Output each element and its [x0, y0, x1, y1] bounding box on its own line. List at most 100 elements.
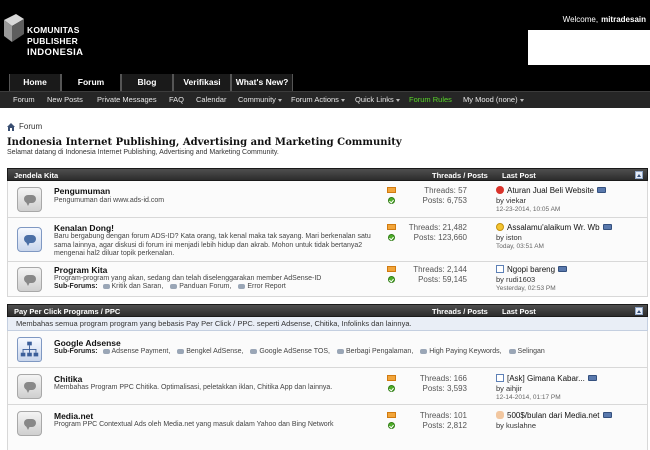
last-post-author[interactable]: by kuslahne	[496, 421, 612, 431]
thread-count: Threads: 57	[424, 186, 467, 195]
subforum-link[interactable]: Bengkel AdSense,	[186, 348, 243, 355]
subforum-link[interactable]: Panduan Forum,	[179, 283, 231, 290]
username-link[interactable]: mitradesain	[601, 15, 646, 24]
category-title[interactable]: Pay Per Click Programs / PPC	[14, 306, 120, 317]
last-post-date: Yesterday, 02:53 PM	[496, 285, 556, 292]
subnav-private-messages[interactable]: Private Messages	[97, 92, 157, 108]
forum-stats: Threads: 166 Posts: 3,593	[420, 374, 467, 394]
last-post-title[interactable]: Assalamu'alaikum Wr. Wb	[507, 223, 600, 232]
forum-title[interactable]: Pengumuman	[54, 186, 110, 196]
last-post-title[interactable]: [Ask] Gimana Kabar...	[507, 374, 585, 383]
post-count: Posts: 59,145	[418, 275, 467, 284]
go-to-post-icon[interactable]	[597, 187, 607, 193]
forum-status-icon	[17, 411, 42, 436]
category-title[interactable]: Jendela Kita	[14, 170, 58, 181]
collapse-icon[interactable]	[635, 307, 643, 315]
last-post-title[interactable]: 500$/bulan dari Media.net	[507, 411, 600, 420]
column-last-post: Last Post	[502, 307, 536, 316]
subforum-icon	[238, 283, 246, 289]
check-status-icon	[388, 276, 395, 283]
subforum-icon	[250, 348, 258, 354]
forum-subnav: Forum New Posts Private Messages FAQ Cal…	[0, 91, 650, 108]
subnav-faq[interactable]: FAQ	[169, 92, 184, 108]
subnav-calendar[interactable]: Calendar	[196, 92, 226, 108]
rss-feed-icon[interactable]	[387, 187, 396, 193]
breadcrumb-forum[interactable]: Forum	[19, 122, 42, 131]
rss-feed-icon[interactable]	[387, 224, 396, 230]
post-count: Posts: 6,753	[422, 196, 467, 205]
last-post-title[interactable]: Ngopi bareng	[507, 265, 555, 274]
column-threads-posts: Threads / Posts	[432, 307, 488, 316]
forum-stats: Threads: 57 Posts: 6,753	[423, 186, 467, 206]
subnav-quick-links[interactable]: Quick Links	[355, 92, 400, 108]
last-post-author[interactable]: by viekar	[496, 196, 606, 206]
forum-stats: Threads: 2,144 Posts: 59,145	[413, 265, 467, 285]
last-post-title[interactable]: Aturan Jual Beli Website	[507, 186, 594, 195]
subnav-community[interactable]: Community	[238, 92, 282, 108]
rss-feed-icon[interactable]	[387, 375, 396, 381]
tab-home[interactable]: Home	[9, 74, 61, 91]
chevron-down-icon	[395, 98, 400, 102]
forum-title[interactable]: Program Kita	[54, 265, 107, 275]
thread-count: Threads: 21,482	[408, 223, 467, 232]
go-to-post-icon[interactable]	[558, 266, 568, 272]
subforum-link[interactable]: High Paying Keywords,	[429, 348, 501, 355]
subnav-forum[interactable]: Forum	[13, 92, 35, 108]
last-post: Ngopi bareng by rudi1603 Yesterday, 02:5…	[496, 265, 568, 294]
collapse-icon[interactable]	[635, 171, 643, 179]
logo-line-1: KOMUNITAS PUBLISHER	[27, 25, 80, 46]
subforum-icon	[177, 348, 185, 354]
last-post-date: 12-14-2014, 01:17 PM	[496, 394, 561, 401]
subforum-link[interactable]: Google AdSense TOS,	[259, 348, 330, 355]
tab-verifikasi[interactable]: Verifikasi	[173, 74, 231, 91]
site-header: KOMUNITAS PUBLISHER INDONESIA Welcome, mi…	[0, 0, 650, 74]
last-post-date: 12-23-2014, 10:05 AM	[496, 206, 561, 213]
category-header-ppc: Pay Per Click Programs / PPC Threads / P…	[7, 304, 648, 317]
thread-count: Threads: 2,144	[413, 265, 467, 274]
subforum-link[interactable]: Error Report	[247, 283, 286, 290]
chevron-down-icon	[340, 98, 345, 102]
forum-status-icon	[17, 374, 42, 399]
tab-blog[interactable]: Blog	[121, 74, 173, 91]
rss-feed-icon[interactable]	[387, 412, 396, 418]
forum-row-pengumuman: Pengumuman Pengumuman dari www.ads-id.co…	[7, 181, 648, 218]
forum-title[interactable]: Kenalan Dong!	[54, 223, 114, 233]
go-to-post-icon[interactable]	[587, 375, 597, 381]
smile-icon	[496, 223, 504, 231]
rss-feed-icon[interactable]	[387, 266, 396, 272]
tab-forum[interactable]: Forum	[61, 74, 121, 91]
home-icon[interactable]	[7, 122, 15, 131]
last-post-author[interactable]: by aihjir	[496, 384, 597, 394]
page-description: Selamat datang di Indonesia Internet Pub…	[7, 149, 279, 156]
subforum-icon	[508, 348, 516, 354]
go-to-post-icon[interactable]	[602, 224, 612, 230]
go-to-post-icon[interactable]	[602, 412, 612, 418]
forum-title[interactable]: Google Adsense	[54, 338, 121, 348]
subforum-link[interactable]: Selingan	[518, 348, 545, 355]
tab-whats-new[interactable]: What's New?	[231, 74, 293, 91]
subforum-link[interactable]: Adsense Payment,	[112, 348, 171, 355]
subnav-my-mood[interactable]: My Mood (none)	[463, 92, 524, 108]
subnav-forum-rules[interactable]: Forum Rules	[409, 92, 452, 108]
logo-mark-icon	[4, 14, 24, 42]
subforums: Sub-Forums: Kritik dan Saran, Panduan Fo…	[54, 283, 286, 290]
post-count: Posts: 2,812	[422, 421, 467, 430]
subforum-icon	[336, 348, 344, 354]
check-status-icon	[388, 197, 395, 204]
subforum-icon	[102, 348, 110, 354]
forum-title[interactable]: Media.net	[54, 411, 93, 421]
forum-description: Baru bergabung dengan forum ADS-ID? Kata…	[54, 233, 371, 257]
forum-stats: Threads: 21,482 Posts: 123,660	[409, 223, 467, 243]
forum-row-chitika: Chitika Membahas Program PPC Chitika. Op…	[7, 368, 648, 405]
forum-description: Membahas Program PPC Chitika. Optimalisa…	[54, 384, 333, 391]
site-logo[interactable]: KOMUNITAS PUBLISHER INDONESIA	[0, 14, 130, 58]
last-post-author[interactable]: by rudi1603	[496, 275, 567, 285]
chevron-down-icon	[277, 98, 282, 102]
subnav-forum-actions[interactable]: Forum Actions	[291, 92, 345, 108]
last-post: [Ask] Gimana Kabar... by aihjir 12-14-20…	[496, 374, 597, 403]
subforum-link[interactable]: Kritik dan Saran,	[112, 283, 164, 290]
forum-title[interactable]: Chitika	[54, 374, 82, 384]
subforum-link[interactable]: Berbagi Pengalaman,	[346, 348, 413, 355]
subnav-new-posts[interactable]: New Posts	[47, 92, 83, 108]
last-post-author[interactable]: by iston	[496, 233, 612, 243]
